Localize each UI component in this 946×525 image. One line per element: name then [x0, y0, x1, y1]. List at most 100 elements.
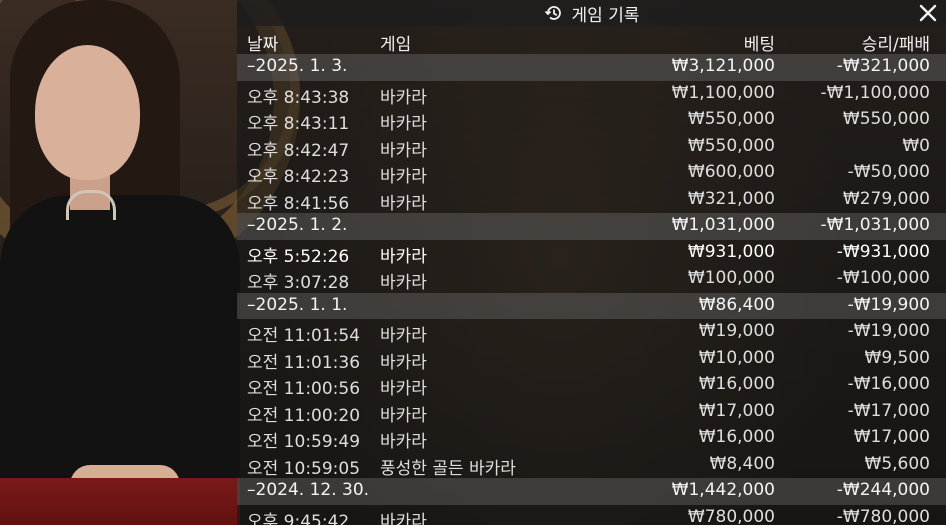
row-date: 오후 8:42:23: [247, 167, 350, 187]
row-game: 풍성한 골든 바카라: [380, 458, 516, 479]
history-row[interactable]: 오후 8:43:11 바카라 ₩550,000 ₩550,000: [237, 107, 946, 134]
row-result: ₩0: [902, 135, 930, 156]
dealer-figure: [0, 0, 240, 525]
row-result: -₩17,000: [847, 400, 930, 421]
dealer-face: [35, 45, 140, 180]
row-bet: ₩1,100,000: [671, 82, 775, 103]
row-result: -₩100,000: [836, 268, 930, 288]
row-result: -₩19,900: [847, 294, 930, 315]
row-result: ₩5,600: [864, 453, 930, 474]
row-game: 바카라: [380, 379, 427, 399]
row-result: -₩19,000: [847, 321, 930, 341]
history-row[interactable]: 오전 11:00:20 바카라 ₩17,000 -₩17,000: [237, 399, 946, 426]
column-header-result: 승리/패배: [861, 35, 930, 55]
row-bet: ₩19,000: [698, 321, 775, 341]
column-header-game: 게임: [380, 35, 412, 55]
close-button[interactable]: [916, 1, 940, 25]
row-bet: ₩10,000: [698, 347, 775, 368]
game-history-panel: 게임 기록 날짜 게임 베팅 승리/패배 –2025. 1. 3. ₩3,121,…: [237, 0, 946, 525]
column-header-bet: 베팅: [743, 35, 775, 55]
row-date: 오전 10:59:05: [247, 458, 361, 479]
row-date: –2025. 1. 2.: [247, 215, 348, 235]
row-bet: ₩17,000: [698, 400, 775, 421]
row-date: 오전 11:00:20: [247, 405, 361, 426]
row-bet: ₩550,000: [687, 135, 775, 156]
row-result: -₩244,000: [836, 480, 930, 500]
row-date: –2024. 12. 30.: [247, 480, 370, 500]
history-row[interactable]: 오전 11:00:56 바카라 ₩16,000 -₩16,000: [237, 372, 946, 399]
row-game: 바카라: [380, 405, 427, 426]
history-row[interactable]: 오전 10:59:05 풍성한 골든 바카라 ₩8,400 ₩5,600: [237, 452, 946, 479]
row-bet: ₩931,000: [687, 241, 775, 262]
row-result: -₩1,031,000: [820, 215, 930, 235]
panel-header: 게임 기록: [237, 0, 946, 26]
row-result: -₩16,000: [847, 374, 930, 394]
row-result: -₩50,000: [847, 162, 930, 182]
row-game: 바카라: [380, 87, 427, 108]
column-header-date: 날짜: [247, 35, 279, 55]
row-date: –2025. 1. 3.: [247, 56, 348, 76]
row-date: 오전 11:01:54: [247, 326, 361, 346]
row-date: –2025. 1. 1.: [247, 294, 348, 315]
row-date: 오후 8:43:11: [247, 114, 350, 134]
row-game: 바카라: [380, 273, 427, 293]
panel-title: 게임 기록: [571, 5, 640, 26]
history-row[interactable]: 오후 3:07:28 바카라 ₩100,000 -₩100,000: [237, 266, 946, 293]
history-row[interactable]: 오후 8:41:56 바카라 ₩321,000 ₩279,000: [237, 187, 946, 214]
row-result: ₩17,000: [853, 427, 930, 447]
row-result: -₩321,000: [836, 56, 930, 76]
row-bet: ₩8,400: [709, 453, 775, 474]
row-game: 바카라: [380, 114, 427, 134]
history-icon: [544, 3, 564, 23]
row-game: 바카라: [380, 511, 427, 525]
date-group-row: –2025. 1. 1. ₩86,400 -₩19,900: [237, 292, 946, 319]
dealer-dress: [0, 195, 240, 495]
table-felt: [0, 478, 240, 525]
row-date: 오후 8:41:56: [247, 193, 350, 214]
history-row[interactable]: 오후 8:43:38 바카라 ₩1,100,000 -₩1,100,000: [237, 81, 946, 108]
history-list[interactable]: –2025. 1. 3. ₩3,121,000 -₩321,000 오후 8:43:3…: [237, 54, 946, 525]
row-bet: ₩600,000: [687, 162, 775, 182]
row-game: 바카라: [380, 193, 427, 214]
row-result: -₩780,000: [836, 506, 930, 525]
row-game: 바카라: [380, 140, 427, 161]
history-row[interactable]: 오후 8:42:23 바카라 ₩600,000 -₩50,000: [237, 160, 946, 187]
row-result: -₩1,100,000: [820, 82, 930, 103]
row-date: 오후 9:45:42: [247, 511, 350, 525]
row-bet: ₩1,442,000: [671, 480, 775, 500]
history-row[interactable]: 오전 10:59:49 바카라 ₩16,000 ₩17,000: [237, 425, 946, 452]
row-bet: ₩16,000: [698, 374, 775, 394]
row-bet: ₩780,000: [687, 506, 775, 525]
column-headers: 날짜 게임 베팅 승리/패배: [237, 27, 946, 55]
row-bet: ₩1,031,000: [671, 215, 775, 235]
row-date: 오후 8:42:47: [247, 140, 350, 161]
history-row[interactable]: 오후 5:52:26 바카라 ₩931,000 -₩931,000: [237, 240, 946, 267]
history-row[interactable]: 오전 11:01:54 바카라 ₩19,000 -₩19,000: [237, 319, 946, 346]
row-bet: ₩16,000: [698, 427, 775, 447]
row-result: -₩931,000: [836, 241, 930, 262]
row-game: 바카라: [380, 352, 427, 373]
row-bet: ₩3,121,000: [671, 56, 775, 76]
history-row[interactable]: 오전 11:01:36 바카라 ₩10,000 ₩9,500: [237, 346, 946, 373]
row-date: 오후 3:07:28: [247, 273, 350, 293]
history-row[interactable]: 오후 9:45:42 바카라 ₩780,000 -₩780,000: [237, 505, 946, 525]
row-bet: ₩550,000: [687, 109, 775, 129]
row-bet: ₩321,000: [687, 188, 775, 209]
row-date: 오후 5:52:26: [247, 246, 350, 267]
row-game: 바카라: [380, 326, 427, 346]
date-group-row: –2025. 1. 3. ₩3,121,000 -₩321,000: [237, 54, 946, 81]
dealer-collar: [66, 190, 116, 220]
row-date: 오전 11:00:56: [247, 379, 361, 399]
date-group-row: –2025. 1. 2. ₩1,031,000 -₩1,031,000: [237, 213, 946, 240]
row-result: ₩9,500: [864, 347, 930, 368]
row-game: 바카라: [380, 167, 427, 187]
close-icon: [919, 4, 937, 22]
row-bet: ₩86,400: [698, 294, 775, 315]
row-result: ₩279,000: [842, 188, 930, 209]
row-game: 바카라: [380, 246, 427, 267]
date-group-row: –2024. 12. 30. ₩1,442,000 -₩244,000: [237, 478, 946, 505]
history-row[interactable]: 오후 8:42:47 바카라 ₩550,000 ₩0: [237, 134, 946, 161]
row-result: ₩550,000: [842, 109, 930, 129]
row-date: 오후 8:43:38: [247, 87, 350, 108]
row-bet: ₩100,000: [687, 268, 775, 288]
